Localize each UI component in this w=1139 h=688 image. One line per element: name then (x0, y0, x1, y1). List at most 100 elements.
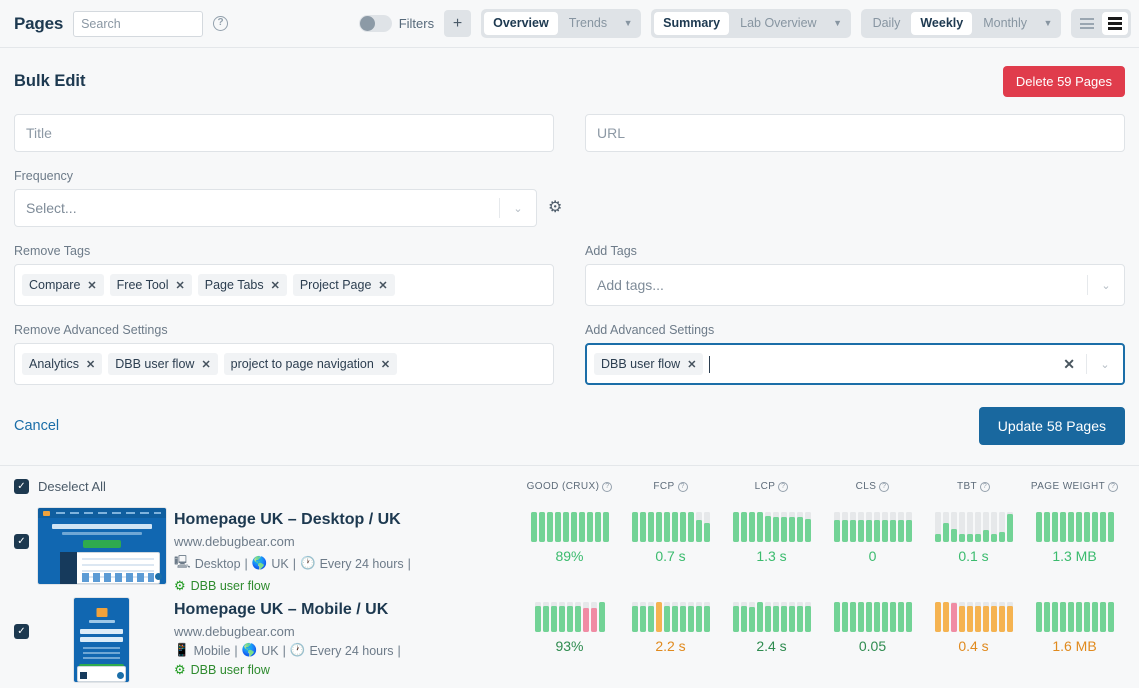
segment-trends[interactable]: Trends (560, 12, 616, 35)
tag-chip[interactable]: Project Page ✕ (292, 274, 395, 296)
metric-bar (865, 512, 872, 542)
tag-chip[interactable]: project to page navigation ✕ (223, 353, 398, 375)
metric-value: 0.4 s (958, 638, 989, 654)
filters-toggle-group[interactable]: Filters (358, 15, 434, 32)
remove-tag-icon[interactable]: ✕ (271, 279, 280, 292)
metric-bar (905, 602, 912, 632)
chevron-down-icon[interactable]: ▼ (828, 13, 848, 34)
metric-bar (574, 602, 581, 632)
metric-sparkbars (631, 602, 710, 632)
page-thumbnail[interactable] (73, 597, 130, 683)
frequency-select[interactable]: Select... ⌄ (14, 189, 537, 227)
row-checkbox[interactable]: ✓ (14, 534, 29, 549)
top-toolbar: Pages ? Filters + Overview Trends ▼ Summ… (0, 0, 1139, 48)
frequency-label: Every 24 hours (309, 643, 394, 658)
metric-bar (655, 602, 662, 632)
chevron-down-icon[interactable]: ⌄ (1088, 279, 1124, 292)
segment-summary[interactable]: Summary (654, 12, 730, 35)
tag-chip[interactable]: DBB user flow ✕ (594, 353, 704, 375)
add-button[interactable]: + (444, 10, 472, 37)
help-icon[interactable]: ? (602, 481, 613, 492)
clear-icon[interactable]: ✕ (1052, 356, 1086, 373)
tag-chip[interactable]: Free Tool ✕ (109, 274, 192, 296)
question-circle-icon[interactable]: ? (213, 16, 229, 31)
help-icon[interactable]: ? (1108, 481, 1119, 492)
metric-value: 0 (868, 548, 877, 564)
segment-overview[interactable]: Overview (484, 12, 558, 35)
page-thumbnail[interactable] (36, 507, 167, 585)
remove-tag-icon[interactable]: ✕ (87, 279, 96, 292)
page-title-link[interactable]: Homepage UK – Mobile / UK (174, 599, 519, 621)
chevron-down-icon[interactable]: ▼ (1038, 13, 1058, 34)
metric-sparkbars (833, 602, 912, 632)
segment-lab-overview[interactable]: Lab Overview (731, 12, 825, 35)
metric-bar (740, 512, 747, 542)
metric-bar (598, 602, 605, 632)
delete-pages-button[interactable]: Delete 59 Pages (1002, 66, 1125, 97)
thumbnail-cell (29, 504, 174, 585)
metric-bar (639, 512, 646, 542)
metric-bar (1051, 512, 1058, 542)
remove-tag-icon[interactable]: ✕ (381, 358, 390, 371)
metric-bar (695, 602, 702, 632)
page-title-link[interactable]: Homepage UK – Desktop / UK (174, 509, 519, 531)
remove-tag-icon[interactable]: ✕ (687, 358, 696, 371)
add-tags-placeholder: Add tags... (597, 277, 664, 293)
filters-toggle[interactable] (358, 15, 392, 32)
metric-bar (849, 602, 856, 632)
title-input[interactable] (14, 114, 554, 152)
segment-weekly[interactable]: Weekly (911, 12, 973, 35)
desktop-icon: 🖳 (174, 555, 191, 569)
metric-bar (1107, 602, 1114, 632)
metric-bar (833, 512, 840, 542)
detailed-list-icon[interactable] (1102, 12, 1128, 35)
metric-sparkbars (530, 512, 609, 542)
tag-chip[interactable]: DBB user flow ✕ (108, 353, 218, 375)
remove-tag-icon[interactable]: ✕ (378, 279, 387, 292)
segment-daily[interactable]: Daily (864, 12, 910, 35)
advanced-settings-row: Remove Advanced Settings Analytics ✕ DBB … (14, 323, 1125, 385)
remove-advanced-field[interactable]: Analytics ✕ DBB user flow ✕ project to pag… (14, 343, 554, 385)
metric-bar (897, 602, 904, 632)
remove-tags-field[interactable]: Compare ✕ Free Tool ✕ Page Tabs ✕ Project P… (14, 264, 554, 306)
metric-sparkbars (833, 512, 912, 542)
chevron-down-icon[interactable]: ▼ (618, 13, 638, 34)
metric-bar (639, 602, 646, 632)
tag-chip[interactable]: Analytics ✕ (22, 353, 103, 375)
metric-bar (1083, 512, 1090, 542)
cancel-link[interactable]: Cancel (14, 418, 59, 434)
update-pages-button[interactable]: Update 58 Pages (978, 407, 1125, 445)
url-input[interactable] (585, 114, 1125, 152)
search-input[interactable] (73, 10, 204, 37)
tag-chip[interactable]: Page Tabs ✕ (197, 274, 287, 296)
tag-chip[interactable]: Compare ✕ (22, 274, 104, 296)
remove-tag-icon[interactable]: ✕ (86, 358, 95, 371)
chevron-down-icon[interactable]: ⌄ (1087, 358, 1123, 371)
metric-bar (966, 512, 973, 542)
help-icon[interactable]: ? (677, 481, 688, 492)
metric-sparkbars (732, 512, 811, 542)
help-icon[interactable]: ? (980, 481, 991, 492)
gear-icon[interactable]: ⚙ (548, 200, 562, 216)
help-icon[interactable]: ? (778, 481, 789, 492)
compact-list-icon[interactable] (1074, 12, 1100, 35)
metric-bar (998, 602, 1005, 632)
segment-monthly[interactable]: Monthly (974, 12, 1036, 35)
deselect-all-checkbox[interactable]: ✓ (14, 479, 29, 494)
add-advanced-field[interactable]: DBB user flow ✕ ✕ ⌄ (585, 343, 1125, 385)
metric-sparkbars (1035, 602, 1114, 632)
metric-bar (538, 512, 545, 542)
add-tags-field[interactable]: Add tags... ⌄ (585, 264, 1125, 306)
help-icon[interactable]: ? (879, 481, 890, 492)
remove-tag-icon[interactable]: ✕ (176, 279, 185, 292)
text-cursor (709, 355, 711, 373)
metric-bar (865, 602, 872, 632)
row-checkbox[interactable]: ✓ (14, 624, 29, 639)
add-advanced-column: Add Advanced Settings DBB user flow ✕ ✕ ⌄ (585, 323, 1125, 385)
page-flow: ⚙ DBB user flow (174, 578, 519, 594)
chevron-down-icon[interactable]: ⌄ (500, 202, 536, 215)
metric-bar (889, 602, 896, 632)
row-checkbox-cell: ✓ (14, 594, 29, 639)
remove-tag-icon[interactable]: ✕ (201, 358, 210, 371)
separator: | (244, 556, 248, 571)
